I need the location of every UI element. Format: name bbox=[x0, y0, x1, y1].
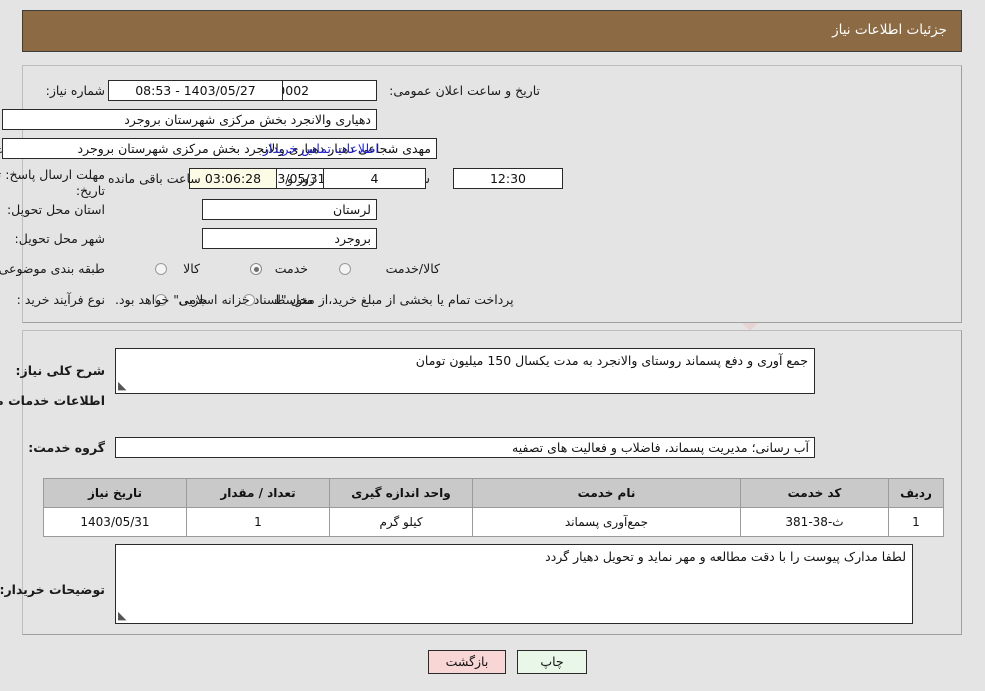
buyer-notes-label: توضیحات خریدار: bbox=[0, 582, 105, 597]
radio-category-kala[interactable] bbox=[155, 263, 167, 275]
cell-need-date: 1403/05/31 bbox=[43, 507, 187, 537]
delivery-city-label: شهر محل تحویل: bbox=[14, 231, 105, 246]
col-quantity: تعداد / مقدار bbox=[186, 478, 330, 508]
countdown-timer-value: 03:06:28 bbox=[189, 168, 277, 189]
col-unit: واحد اندازه گیری bbox=[329, 478, 473, 508]
cell-unit: کیلو گرم bbox=[329, 507, 473, 537]
delivery-province-value: لرستان bbox=[202, 199, 377, 220]
buyer-org-value: دهیاری والانجرد بخش مرکزی شهرستان بروجرد bbox=[2, 109, 377, 130]
deadline-label: مهلت ارسال پاسخ: تا تاریخ: bbox=[0, 167, 105, 199]
back-button[interactable]: بازگشت bbox=[428, 650, 506, 674]
page-root: AriaTender.net ✓ جزئیات اطلاعات نیاز شما… bbox=[0, 0, 985, 691]
days-remaining-value: 4 bbox=[323, 168, 426, 189]
print-button[interactable]: چاپ bbox=[517, 650, 587, 674]
services-heading: اطلاعات خدمات مورد نیاز bbox=[0, 393, 105, 408]
service-group-value: آب رسانی؛ مدیریت پسماند، فاضلاب و فعالیت… bbox=[115, 437, 815, 458]
deadline-time-value: 12:30 bbox=[453, 168, 563, 189]
radio-category-kala-khedmat-label: کالا/خدمت bbox=[385, 261, 440, 276]
header-bar: جزئیات اطلاعات نیاز bbox=[22, 10, 962, 52]
cell-service-code: ث-38-381 bbox=[740, 507, 889, 537]
announce-datetime-label: تاریخ و ساعت اعلان عمومی: bbox=[389, 83, 540, 98]
radio-category-khedmat-label: خدمت bbox=[274, 261, 308, 276]
col-service-code: کد خدمت bbox=[740, 478, 889, 508]
services-table: ردیف کد خدمت نام خدمت واحد اندازه گیری ت… bbox=[43, 478, 944, 537]
announce-datetime-value: 1403/05/27 - 08:53 bbox=[108, 80, 283, 101]
radio-category-khedmat[interactable] bbox=[250, 263, 262, 275]
summary-label: شرح کلی نیاز: bbox=[15, 363, 105, 378]
table-header-row: ردیف کد خدمت نام خدمت واحد اندازه گیری ت… bbox=[43, 478, 944, 508]
cell-row: 1 bbox=[888, 507, 944, 537]
summary-textbox[interactable]: جمع آوری و دفع پسماند روستای والانجرد به… bbox=[115, 348, 815, 394]
buyer-notes-value: لطفا مدارک پیوست را با دقت مطالعه و مهر … bbox=[545, 549, 906, 564]
need-number-label: شماره نیاز: bbox=[45, 83, 105, 98]
deadline-label-line2: تاریخ: bbox=[75, 183, 105, 198]
col-row: ردیف bbox=[888, 478, 944, 508]
table-row: 1 ث-38-381 جمع‌آوری پسماند کیلو گرم 1 14… bbox=[43, 507, 944, 537]
service-group-label: گروه خدمت: bbox=[28, 440, 105, 455]
col-service-name: نام خدمت bbox=[472, 478, 741, 508]
delivery-province-label: استان محل تحویل: bbox=[6, 202, 105, 217]
cell-quantity: 1 bbox=[186, 507, 330, 537]
buyer-notes-textbox[interactable]: لطفا مدارک پیوست را با دقت مطالعه و مهر … bbox=[115, 544, 913, 624]
buyer-notes-resize-handle[interactable]: ◢ bbox=[118, 609, 130, 622]
cell-service-name: جمع‌آوری پسماند bbox=[472, 507, 741, 537]
radio-category-kala-label: کالا bbox=[183, 261, 200, 276]
purchase-process-label: نوع فرآیند خرید : bbox=[16, 292, 105, 307]
buyer-contact-link[interactable]: اطلاعات تماس خریدار bbox=[263, 141, 379, 156]
subject-category-label: طبقه بندی موضوعی: bbox=[0, 261, 105, 276]
remaining-hours-label: ساعت باقی مانده bbox=[108, 171, 201, 186]
days-label: روز و bbox=[287, 171, 316, 186]
summary-resize-handle[interactable]: ◢ bbox=[118, 379, 130, 392]
payment-note: پرداخت تمام یا بخشی از مبلغ خرید،از محل … bbox=[115, 292, 514, 307]
need-info-panel bbox=[22, 65, 962, 323]
page-title: جزئیات اطلاعات نیاز bbox=[832, 22, 947, 38]
deadline-label-line1: مهلت ارسال پاسخ: تا bbox=[0, 167, 105, 182]
summary-value: جمع آوری و دفع پسماند روستای والانجرد به… bbox=[415, 353, 808, 368]
col-need-date: تاریخ نیاز bbox=[43, 478, 187, 508]
radio-category-kala-khedmat[interactable] bbox=[339, 263, 351, 275]
delivery-city-value: بروجرد bbox=[202, 228, 377, 249]
